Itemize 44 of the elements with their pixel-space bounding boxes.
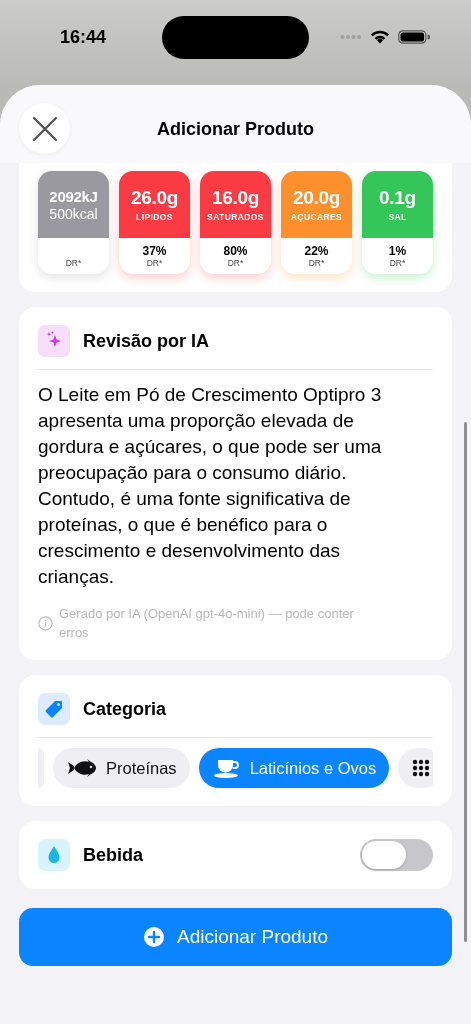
- card-title: Revisão por IA: [83, 330, 210, 352]
- battery-icon: [398, 29, 430, 44]
- category-chip[interactable]: [398, 748, 433, 788]
- nutrient-percent: 1%: [388, 244, 407, 258]
- close-icon: [31, 115, 58, 142]
- category-chip[interactable]: Laticínios e Ovos: [198, 748, 390, 788]
- add-product-button[interactable]: Adicionar Produto: [19, 908, 452, 966]
- dr-label: DR*: [146, 258, 163, 268]
- info-icon: [38, 615, 53, 631]
- close-button[interactable]: [19, 103, 70, 154]
- sheet-title: Adicionar Produto: [157, 119, 314, 140]
- dr-label: DR*: [65, 258, 82, 268]
- plus-circle-icon: [142, 926, 165, 948]
- nutrient-label: AÇÚCARES: [290, 212, 343, 222]
- nutrient-label: SAL: [388, 212, 407, 222]
- dr-label: DR*: [308, 258, 325, 268]
- grid-icon: [412, 759, 431, 777]
- nutrient-value: 2092kJ: [49, 187, 98, 205]
- nutrient-value: 16.0g: [211, 187, 260, 209]
- nutrient-label: SATURADOS: [207, 212, 264, 222]
- card-title: Categoria: [83, 698, 167, 720]
- fish-icon: [67, 758, 97, 778]
- sparkle-icon: [38, 325, 70, 357]
- nutrient-value: 20.0g: [292, 187, 341, 209]
- nutrient-value: 0.1g: [379, 187, 416, 209]
- energy-kcal: 500kcal: [49, 205, 98, 222]
- wifi-icon: [370, 29, 390, 44]
- beverage-label: Bebida: [83, 844, 144, 866]
- dr-label: DR*: [227, 258, 244, 268]
- tag-icon: [38, 693, 70, 725]
- beverage-toggle[interactable]: [360, 839, 433, 871]
- nutrient-percent: 22%: [304, 244, 329, 258]
- disclaimer-text: Gerado por IA (OpenAI gpt-4o-mini) — pode conter erros: [59, 605, 355, 642]
- review-text: O Leite em Pó de Crescimento Optipro 3 apresenta uma proporção elevada de gordura e açúcares, o que pode ser uma preocupação para o consumo diário. Contudo, é uma fonte significativa de proteínas, o que é benéfico para o crescimento e desenvolvimento das crianças.: [38, 383, 383, 589]
- nutrient-value: 26.0g: [130, 187, 179, 209]
- nutrient-label: LÍPIDOS: [136, 212, 173, 222]
- signal-icon: [340, 33, 362, 40]
- dr-label: DR*: [389, 258, 406, 268]
- category-chip[interactable]: Proteínas: [53, 748, 190, 788]
- status-time: 16:44: [60, 27, 107, 48]
- drop-icon: [38, 839, 70, 871]
- cup-icon: [212, 757, 241, 779]
- nutrient-percent: 80%: [223, 244, 248, 258]
- nutrient-percent: 37%: [142, 244, 167, 258]
